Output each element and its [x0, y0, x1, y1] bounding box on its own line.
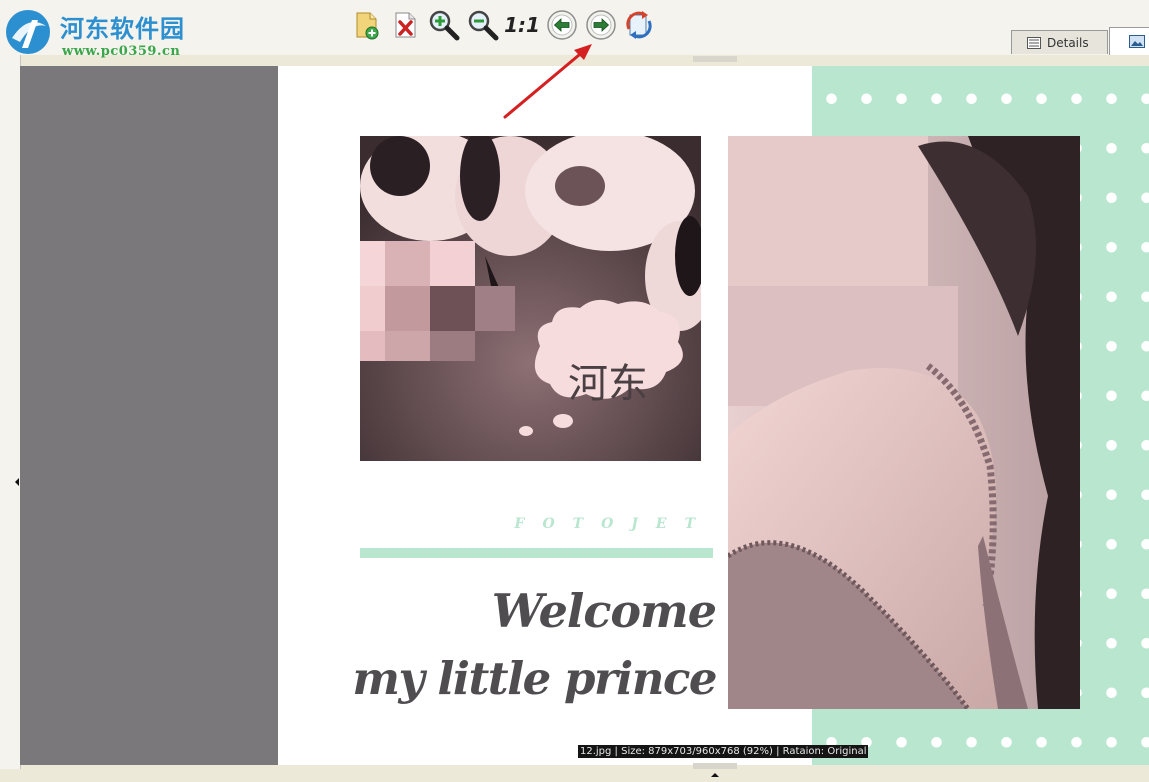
zoom-out-icon [468, 10, 499, 41]
watermark-logo: 河东软件园 www.pc0359.cn [0, 3, 220, 59]
displayed-image: 河东 FOTOJET Welcome my little prince [278, 66, 1149, 765]
girl-photo [728, 136, 1080, 709]
splitter-up-icon [711, 773, 719, 777]
bottom-splitter-handle[interactable] [693, 763, 737, 777]
actual-size-icon: 1:1 [504, 13, 540, 37]
image-viewer[interactable]: 河东 FOTOJET Welcome my little prince [20, 66, 1149, 765]
zoom-in-icon [429, 10, 460, 41]
top-splitter-handle[interactable] [693, 56, 737, 70]
tab-details[interactable]: Details [1011, 30, 1108, 54]
puppies-photo: 河东 [360, 136, 701, 461]
zoom-out-button[interactable] [467, 9, 499, 41]
arrow-right-icon [586, 10, 616, 40]
brand-divider [360, 548, 713, 558]
left-splitter[interactable] [0, 55, 21, 769]
brand-text: FOTOJET [514, 516, 713, 532]
rotate-icon [626, 11, 652, 39]
add-folder-button[interactable] [351, 9, 383, 41]
puppies-photo-art [360, 136, 701, 461]
site-name: 河东软件园 [60, 14, 185, 43]
previous-button[interactable] [546, 9, 578, 41]
rotate-button[interactable] [623, 9, 655, 41]
file-delete-icon [395, 12, 416, 38]
headline-line-2: my little prince [352, 652, 717, 705]
folder-add-icon [356, 12, 379, 40]
details-list-icon [1027, 36, 1041, 49]
toolbar: 河东软件园 www.pc0359.cn 1:1 Details [0, 0, 1149, 59]
bubble-text: 河东 [568, 361, 648, 407]
tab-preview[interactable] [1109, 27, 1149, 55]
site-url: www.pc0359.cn [62, 44, 181, 59]
delete-button[interactable] [389, 9, 421, 41]
girl-photo-art [728, 136, 1080, 709]
zoom-in-button[interactable] [428, 9, 460, 41]
next-button[interactable] [585, 9, 617, 41]
arrow-left-icon [547, 10, 577, 40]
logo-icon [6, 10, 50, 54]
headline-line-1: Welcome [491, 584, 717, 638]
image-status-bar: 12.jpg | Size: 879x703/960x768 (92%) | R… [578, 745, 869, 758]
tab-details-label: Details [1047, 35, 1089, 50]
image-preview-icon [1129, 35, 1145, 48]
actual-size-button[interactable]: 1:1 [504, 9, 540, 41]
